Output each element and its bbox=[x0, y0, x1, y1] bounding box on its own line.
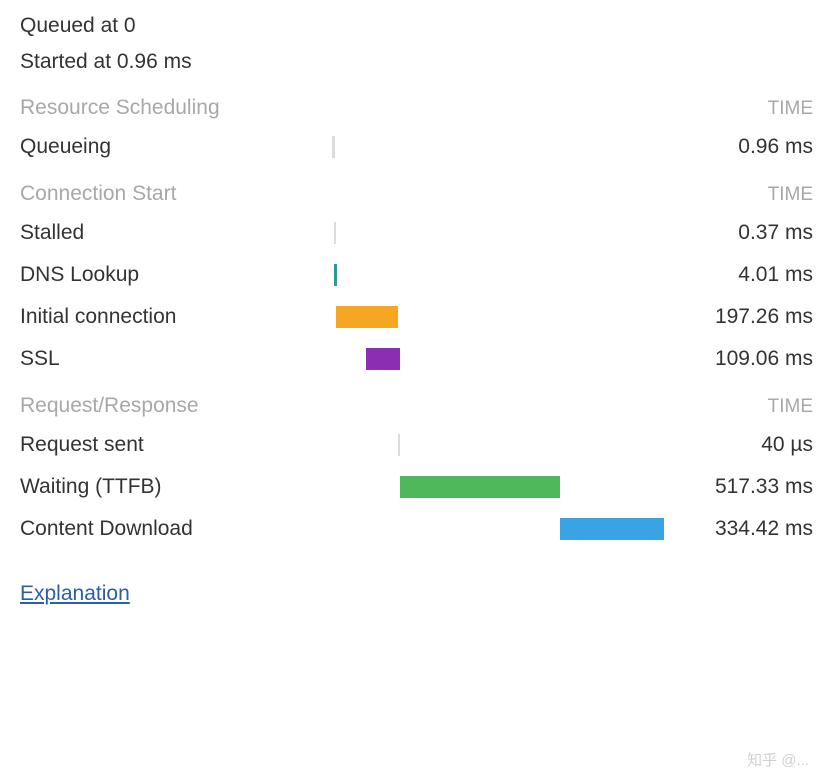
bar-waiting bbox=[400, 476, 560, 498]
bar-queueing bbox=[332, 136, 335, 158]
bar-stalled bbox=[334, 222, 336, 244]
bar-initial-connection bbox=[336, 306, 398, 328]
label-dns: DNS Lookup bbox=[20, 263, 320, 287]
queued-at-text: Queued at 0 bbox=[20, 14, 813, 38]
label-content-download: Content Download bbox=[20, 517, 320, 541]
label-queueing: Queueing bbox=[20, 135, 320, 159]
label-request-sent: Request sent bbox=[20, 433, 320, 457]
bar-dns bbox=[334, 264, 337, 286]
row-dns-lookup: DNS Lookup 4.01 ms bbox=[20, 262, 813, 288]
bar-container-waiting bbox=[320, 476, 673, 498]
row-request-sent: Request sent 40 µs bbox=[20, 432, 813, 458]
label-initial-connection: Initial connection bbox=[20, 305, 320, 329]
row-initial-connection: Initial connection 197.26 ms bbox=[20, 304, 813, 330]
value-request-sent: 40 µs bbox=[673, 433, 813, 457]
label-ssl: SSL bbox=[20, 347, 320, 371]
section-title-connection-start: Connection Start bbox=[20, 182, 176, 206]
bar-container-queueing bbox=[320, 136, 673, 158]
row-waiting: Waiting (TTFB) 517.33 ms bbox=[20, 474, 813, 500]
time-header: TIME bbox=[768, 184, 813, 206]
label-stalled: Stalled bbox=[20, 221, 320, 245]
section-resource-scheduling: Resource Scheduling TIME Queueing 0.96 m… bbox=[20, 96, 813, 160]
section-title-resource-scheduling: Resource Scheduling bbox=[20, 96, 220, 120]
value-stalled: 0.37 ms bbox=[673, 221, 813, 245]
value-content-download: 334.42 ms bbox=[673, 517, 813, 541]
value-ssl: 109.06 ms bbox=[673, 347, 813, 371]
bar-content-download bbox=[560, 518, 664, 540]
section-request-response: Request/Response TIME Request sent 40 µs… bbox=[20, 394, 813, 542]
label-waiting: Waiting (TTFB) bbox=[20, 475, 320, 499]
bar-container-ssl bbox=[320, 348, 673, 370]
value-waiting: 517.33 ms bbox=[673, 475, 813, 499]
bar-ssl bbox=[366, 348, 400, 370]
section-title-request-response: Request/Response bbox=[20, 394, 199, 418]
row-queueing: Queueing 0.96 ms bbox=[20, 134, 813, 160]
watermark: 知乎 @... bbox=[747, 749, 809, 770]
bar-container-request-sent bbox=[320, 434, 673, 456]
bar-container-initial-connection bbox=[320, 306, 673, 328]
explanation-link[interactable]: Explanation bbox=[20, 582, 130, 606]
bar-container-stalled bbox=[320, 222, 673, 244]
bar-request-sent bbox=[398, 434, 400, 456]
time-header: TIME bbox=[768, 396, 813, 418]
bar-container-content-download bbox=[320, 518, 673, 540]
row-content-download: Content Download 334.42 ms bbox=[20, 516, 813, 542]
time-header: TIME bbox=[768, 98, 813, 120]
bar-container-dns bbox=[320, 264, 673, 286]
section-connection-start: Connection Start TIME Stalled 0.37 ms DN… bbox=[20, 182, 813, 372]
value-initial-connection: 197.26 ms bbox=[673, 305, 813, 329]
value-dns: 4.01 ms bbox=[673, 263, 813, 287]
value-queueing: 0.96 ms bbox=[673, 135, 813, 159]
row-ssl: SSL 109.06 ms bbox=[20, 346, 813, 372]
row-stalled: Stalled 0.37 ms bbox=[20, 220, 813, 246]
started-at-text: Started at 0.96 ms bbox=[20, 50, 813, 74]
